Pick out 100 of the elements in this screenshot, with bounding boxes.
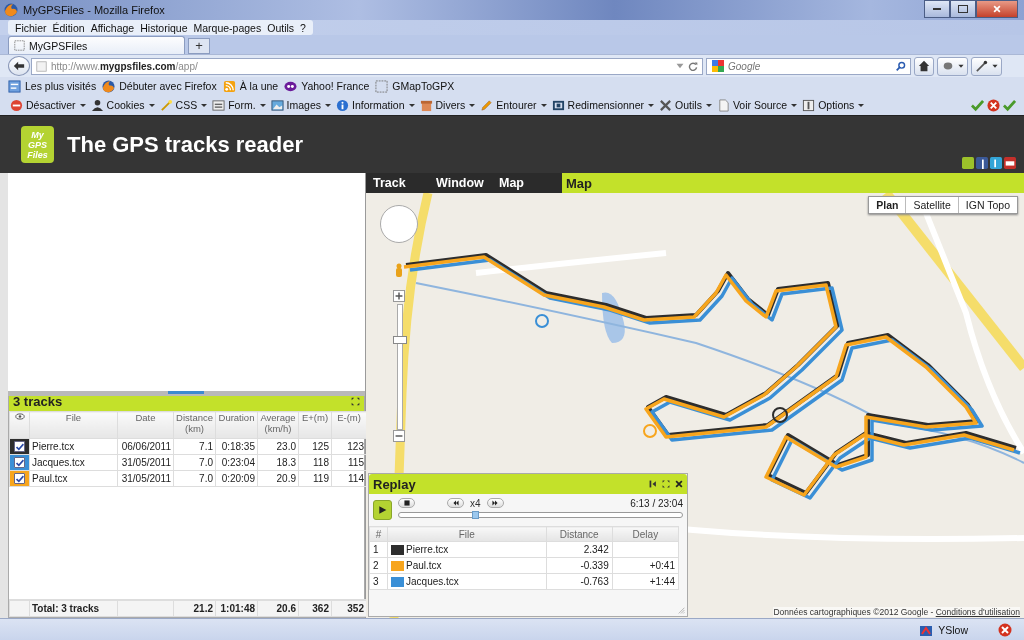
close-icon[interactable] [675,480,683,488]
replay-slider[interactable] [398,512,683,518]
table-cell: 7.0 [173,470,216,487]
column-header[interactable]: E-(m) [331,411,367,439]
toolbar-menu[interactable]: Désactiver [10,98,86,112]
stop-button[interactable] [398,498,415,508]
play-button[interactable] [373,500,392,520]
table-cell[interactable]: Paul.tcx [29,470,118,487]
expand-icon[interactable] [351,397,360,406]
social-icon[interactable] [976,157,988,169]
column-header[interactable]: Distance (km) [173,411,216,439]
search-field[interactable]: Google [706,57,911,75]
table-cell[interactable]: Paul.tcx [387,557,547,574]
bookmark-link[interactable]: GMapToGPX [392,80,455,92]
column-header[interactable]: Delay [612,526,679,542]
column-header[interactable]: Average (km/h) [257,411,299,439]
menu-item[interactable]: Map [499,176,562,190]
image-icon [270,98,284,112]
browser-tab[interactable]: MyGPSFiles [8,36,185,54]
resize-grip-icon[interactable] [677,606,685,614]
close-button[interactable] [976,0,1018,18]
menu-item[interactable]: Édition [49,21,88,34]
social-icon[interactable] [990,157,1002,169]
options-icon [802,98,816,112]
address-field[interactable]: http://www.mygpsfiles.com/app/ [31,57,703,75]
rewind-button[interactable] [447,498,464,508]
zoom-in-button[interactable] [393,290,405,302]
bookmark-link[interactable]: Les plus visités [25,80,97,92]
pin-icon[interactable] [649,480,657,488]
map-type-button[interactable]: Plan [869,197,906,213]
visibility-checkbox[interactable] [14,457,25,469]
column-header[interactable]: Duration [215,411,258,439]
search-icon [896,61,906,71]
table-cell: 20.6 [257,600,299,617]
toolbar-menu[interactable]: Divers [419,98,476,112]
home-button[interactable] [914,56,934,76]
maximize-button[interactable] [950,0,976,18]
panel-title: 3 tracks [13,394,63,409]
column-header[interactable]: E+(m) [298,411,332,439]
zoom-out-button[interactable] [393,430,405,442]
page-icon [36,60,47,72]
menu-item[interactable]: ? [297,21,309,34]
toolbar-menu[interactable]: Cookies [90,98,155,112]
play-icon [378,505,387,515]
social-icon[interactable] [1004,157,1016,169]
addon-button[interactable] [971,56,1002,76]
menu-item[interactable]: Fichier [12,21,50,34]
visibility-checkbox[interactable] [14,473,25,485]
minimize-button[interactable] [924,0,950,18]
column-header[interactable]: # [369,526,388,542]
bookmark-link[interactable]: Débuter avec Firefox [119,80,217,92]
status-item[interactable]: YSlow [938,624,968,636]
column-header[interactable]: File [387,526,547,542]
splitter-handle[interactable] [168,391,204,394]
map-type-button[interactable]: Satellite [905,197,958,213]
page-icon [8,79,21,93]
bookmark-link[interactable]: Yahoo! France [301,80,370,92]
error-icon[interactable] [998,623,1012,637]
table-cell[interactable]: Jacques.tcx [387,573,547,590]
table-cell[interactable]: Jacques.tcx [29,454,118,471]
toolbar-menu[interactable]: Entourer [480,98,547,112]
terms-link[interactable]: Conditions d'utilisation [935,607,1020,617]
column-header[interactable]: Distance [546,526,613,542]
map-type-button[interactable]: IGN Topo [957,197,1017,213]
toolbar-menu[interactable]: Information [336,98,415,112]
back-button[interactable] [8,56,30,76]
toolbar-menu[interactable]: CSS [159,98,208,112]
crop-icon [551,98,565,112]
menu-item[interactable]: Marque-pages [190,21,265,34]
table-cell[interactable]: Pierre.tcx [387,541,547,558]
new-tab-button[interactable]: + [188,38,210,54]
toolbar-menu[interactable]: Form. [212,98,266,112]
slider-thumb[interactable] [393,335,407,344]
reload-icon[interactable] [688,61,698,71]
toolbar-menu[interactable]: Redimensionner [551,98,655,112]
expand-icon[interactable] [662,480,670,488]
addon-button[interactable] [937,56,968,76]
menu-item[interactable]: Affichage [87,21,138,34]
window-title: MyGPSFiles - Mozilla Firefox [23,4,165,16]
table-cell[interactable]: Pierre.tcx [29,438,118,455]
fast-forward-button[interactable] [486,498,504,508]
person-icon [90,98,104,112]
file-name: Pierre.tcx [406,543,449,555]
slider-thumb[interactable] [472,511,480,519]
dropdown-icon[interactable] [676,62,684,70]
toolbar-menu[interactable]: Voir Source [716,98,798,112]
table-cell: -0.339 [546,557,613,574]
visibility-checkbox[interactable] [14,441,25,453]
arrow-icon [13,60,25,72]
column-header[interactable]: File [29,411,118,439]
menu-item[interactable]: Historique [137,21,191,34]
toolbar-menu[interactable]: Options [802,98,865,112]
table-cell: +0:41 [612,557,679,574]
bookmark-link[interactable]: À la une [239,80,279,92]
menu-item[interactable]: Window [436,176,499,190]
menu-item[interactable]: Outils [264,21,298,34]
toolbar-menu[interactable]: Images [270,98,331,112]
column-header[interactable]: Date [117,411,174,439]
toolbar-menu[interactable]: Outils [659,98,712,112]
menu-item[interactable]: Track [373,176,436,190]
